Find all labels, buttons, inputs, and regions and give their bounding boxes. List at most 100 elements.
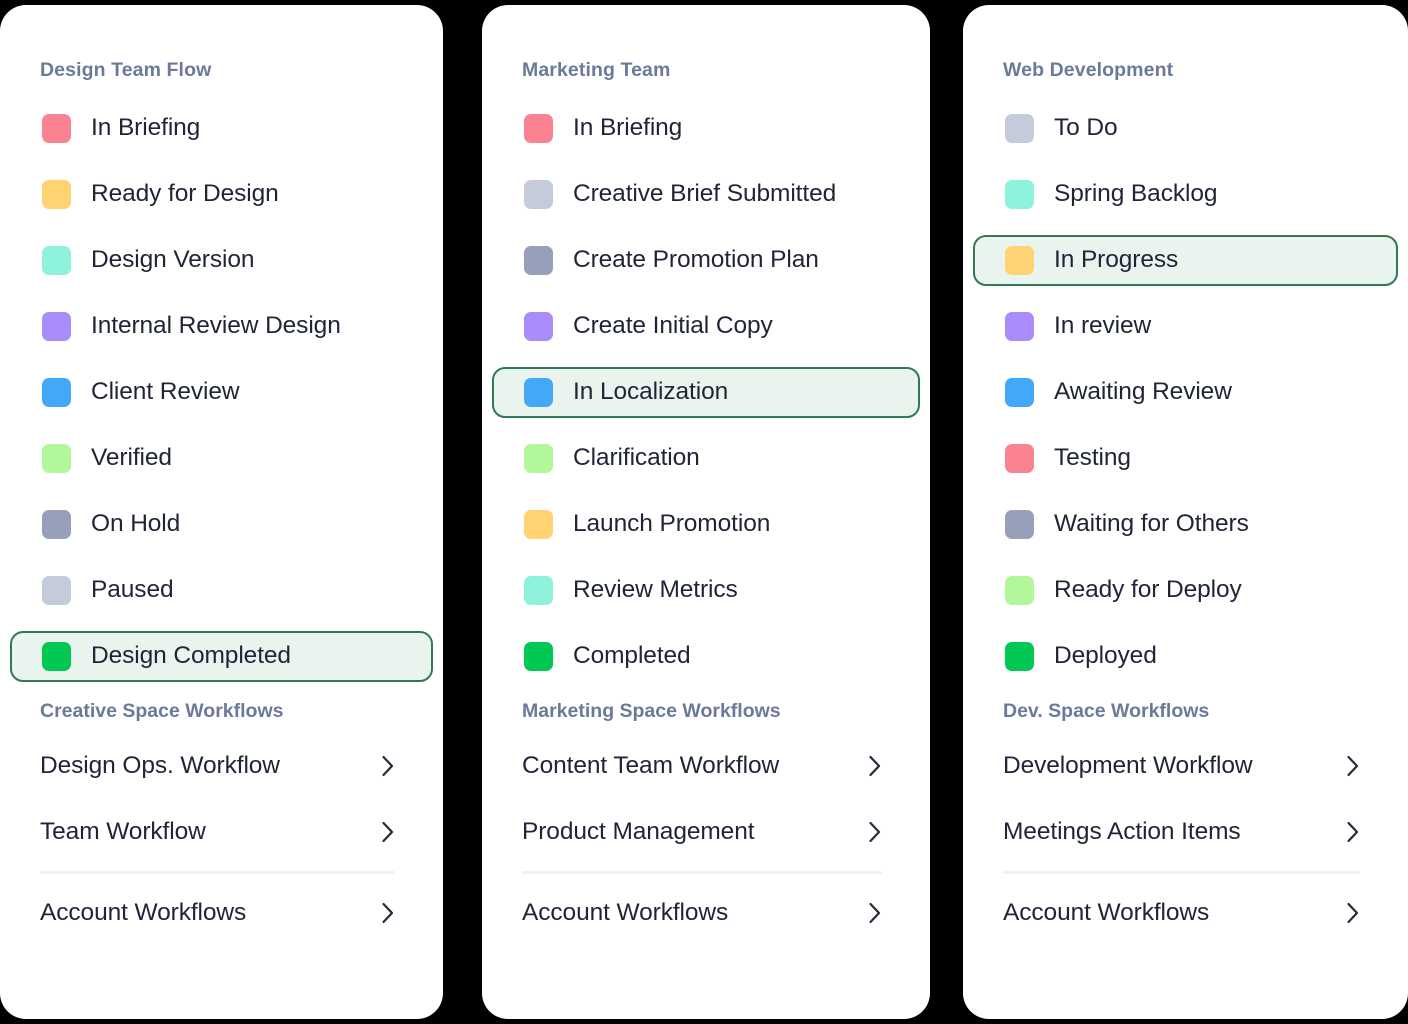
- workflow-panel: Web Development To Do Spring Backlog In Pr…: [963, 5, 1408, 1019]
- status-row[interactable]: Verified: [10, 433, 433, 484]
- status-color-swatch: [1005, 378, 1034, 407]
- status-color-swatch: [524, 378, 553, 407]
- status-color-swatch: [42, 180, 71, 209]
- status-color-swatch: [1005, 180, 1034, 209]
- divider: [1003, 871, 1360, 874]
- status-row[interactable]: Clarification: [492, 433, 920, 484]
- account-workflows-link[interactable]: Account Workflows: [522, 880, 882, 946]
- status-label: Create Promotion Plan: [573, 246, 819, 274]
- status-color-swatch: [42, 576, 71, 605]
- account-workflows-label: Account Workflows: [40, 899, 247, 926]
- chevron-right-icon: [1347, 821, 1359, 843]
- space-workflows-title: Marketing Space Workflows: [522, 700, 781, 722]
- status-row[interactable]: Create Initial Copy: [492, 301, 920, 352]
- status-color-swatch: [524, 180, 553, 209]
- chevron-right-icon: [381, 902, 395, 924]
- status-color-swatch: [42, 444, 71, 473]
- status-row[interactable]: Completed: [492, 631, 920, 682]
- status-color-swatch: [524, 246, 553, 275]
- status-row[interactable]: Review Metrics: [492, 565, 920, 616]
- workflow-link[interactable]: Meetings Action Items: [1003, 799, 1360, 865]
- panel-content: Design Team Flow In Briefing Ready for De…: [0, 5, 443, 946]
- status-row[interactable]: Paused: [10, 565, 433, 616]
- status-color-swatch: [42, 246, 71, 275]
- workflow-panel: Marketing Team In Briefing Creative Brief…: [482, 5, 930, 1019]
- status-row[interactable]: In Localization: [492, 367, 920, 418]
- status-label: Launch Promotion: [573, 510, 771, 538]
- chevron-right-icon: [1346, 755, 1360, 777]
- panel-title: Design Team Flow: [40, 59, 212, 81]
- status-color-swatch: [524, 114, 553, 143]
- chevron-right-icon: [1346, 902, 1360, 924]
- chevron-right-icon: [1347, 902, 1359, 924]
- panel-content: Web Development To Do Spring Backlog In Pr…: [963, 5, 1408, 946]
- status-color-swatch: [42, 510, 71, 539]
- chevron-right-icon: [382, 755, 394, 777]
- workflow-link-list: Content Team Workflow Product Management A…: [482, 733, 930, 946]
- panel-title: Web Development: [1003, 59, 1174, 81]
- status-label: Deployed: [1054, 642, 1157, 670]
- status-row[interactable]: Spring Backlog: [973, 169, 1398, 220]
- workflow-link-label: Product Management: [522, 818, 755, 845]
- status-label: In Briefing: [91, 114, 201, 142]
- status-color-swatch: [1005, 246, 1034, 275]
- status-row[interactable]: Creative Brief Submitted: [492, 169, 920, 220]
- workflow-link[interactable]: Product Management: [522, 799, 882, 865]
- workflow-panel: Design Team Flow In Briefing Ready for De…: [0, 5, 443, 1019]
- chevron-right-icon: [382, 821, 394, 843]
- status-label: In Briefing: [573, 114, 683, 142]
- workflow-link-label: Meetings Action Items: [1003, 818, 1241, 845]
- status-label: Client Review: [91, 378, 240, 406]
- status-row[interactable]: In Progress: [973, 235, 1398, 286]
- workflow-link[interactable]: Design Ops. Workflow: [40, 733, 395, 799]
- status-label: Testing: [1054, 444, 1131, 472]
- status-color-swatch: [1005, 312, 1034, 341]
- status-row[interactable]: Deployed: [973, 631, 1398, 682]
- status-color-swatch: [1005, 510, 1034, 539]
- status-row[interactable]: Testing: [973, 433, 1398, 484]
- status-row[interactable]: Client Review: [10, 367, 433, 418]
- status-row[interactable]: To Do: [973, 103, 1398, 154]
- status-color-swatch: [42, 642, 71, 671]
- account-workflows-label: Account Workflows: [1003, 899, 1210, 926]
- status-row[interactable]: Ready for Design: [10, 169, 433, 220]
- account-workflows-link[interactable]: Account Workflows: [40, 880, 395, 946]
- status-label: To Do: [1054, 114, 1118, 142]
- panel-content: Marketing Team In Briefing Creative Brief…: [482, 5, 930, 946]
- status-row[interactable]: Ready for Deploy: [973, 565, 1398, 616]
- workflow-link[interactable]: Content Team Workflow: [522, 733, 882, 799]
- status-row[interactable]: Launch Promotion: [492, 499, 920, 550]
- divider: [522, 871, 882, 874]
- status-color-swatch: [524, 642, 553, 671]
- status-label: In review: [1054, 312, 1152, 340]
- workflow-link[interactable]: Development Workflow: [1003, 733, 1360, 799]
- chevron-right-icon: [869, 902, 881, 924]
- space-workflows-title: Creative Space Workflows: [40, 700, 284, 722]
- status-label: Waiting for Others: [1054, 510, 1249, 538]
- status-row[interactable]: Internal Review Design: [10, 301, 433, 352]
- workflow-link[interactable]: Team Workflow: [40, 799, 395, 865]
- chevron-right-icon: [1347, 755, 1359, 777]
- status-row[interactable]: On Hold: [10, 499, 433, 550]
- status-row[interactable]: Waiting for Others: [973, 499, 1398, 550]
- status-row[interactable]: Awaiting Review: [973, 367, 1398, 418]
- status-row[interactable]: In review: [973, 301, 1398, 352]
- account-workflows-link[interactable]: Account Workflows: [1003, 880, 1360, 946]
- status-row[interactable]: In Briefing: [492, 103, 920, 154]
- status-label: Create Initial Copy: [573, 312, 773, 340]
- status-row[interactable]: Design Version: [10, 235, 433, 286]
- workflow-link-label: Development Workflow: [1003, 752, 1253, 779]
- status-row[interactable]: Create Promotion Plan: [492, 235, 920, 286]
- status-row[interactable]: Design Completed: [10, 631, 433, 682]
- chevron-right-icon: [868, 821, 882, 843]
- status-color-swatch: [1005, 576, 1034, 605]
- chevron-right-icon: [381, 755, 395, 777]
- workflow-link-label: Design Ops. Workflow: [40, 752, 280, 779]
- chevron-right-icon: [381, 821, 395, 843]
- status-label: Creative Brief Submitted: [573, 180, 837, 208]
- status-label: Internal Review Design: [91, 312, 341, 340]
- status-row[interactable]: In Briefing: [10, 103, 433, 154]
- chevron-right-icon: [869, 821, 881, 843]
- workflow-link-list: Design Ops. Workflow Team Workflow Account…: [0, 733, 443, 946]
- status-color-swatch: [524, 576, 553, 605]
